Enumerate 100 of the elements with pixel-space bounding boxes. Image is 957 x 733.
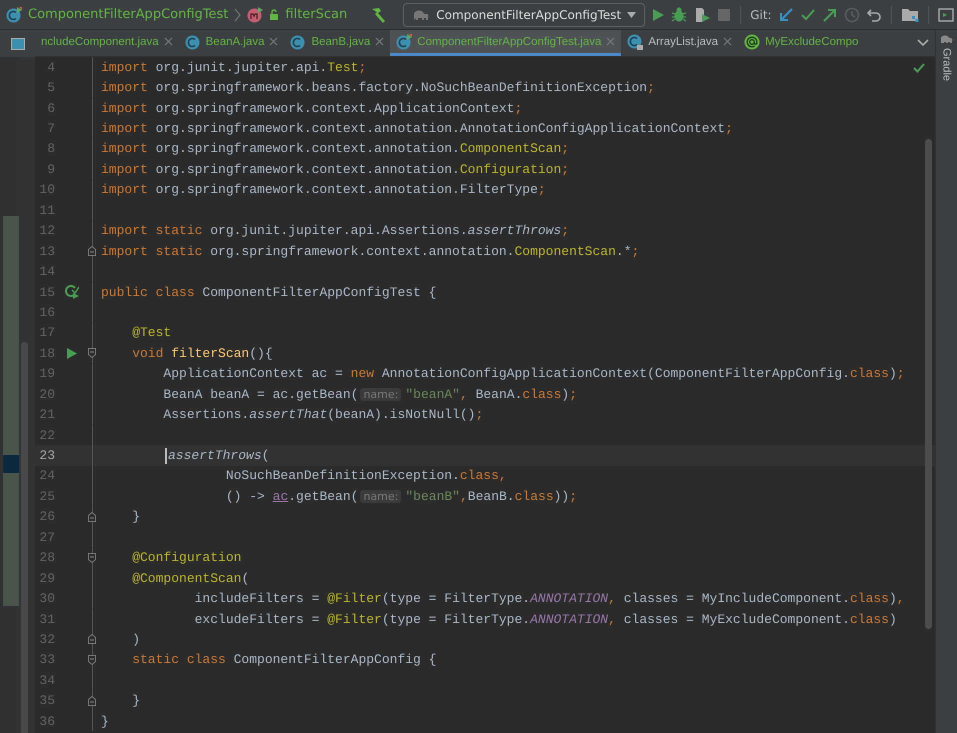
code-line: @Test	[131, 325, 172, 340]
code-line: import static org.junit.jupiter.api.Assertions.assertThrows;	[101, 223, 570, 238]
fold-icon[interactable]	[88, 634, 96, 644]
code-line: import static org.springframework.context.annotation.ComponentScan.*;	[101, 244, 640, 259]
line-number: 10	[38, 182, 55, 198]
line-number: 23	[38, 448, 55, 464]
terminal-icon[interactable]	[938, 8, 954, 22]
editor-tab[interactable]: BeanA.java	[178, 30, 284, 56]
line-number: 22	[38, 428, 55, 443]
fold-icon[interactable]	[88, 654, 96, 665]
line-number: 32	[38, 632, 55, 647]
lock-icon	[269, 8, 280, 20]
run-icon[interactable]	[651, 8, 666, 22]
code-line: import org.springframework.context.ApplicationContext;	[101, 100, 522, 116]
code-line: includeFilters = @Filter(type = FilterType.ANNOTATION, classes = MyIncludeComponent.class),	[194, 591, 905, 606]
code-line: public class ComponentFilterAppConfigTest {	[101, 284, 436, 300]
code-line: static class ComponentFilterAppConfig {	[131, 652, 436, 668]
line-number: 15	[38, 284, 55, 300]
line-number: 29	[38, 570, 55, 586]
run-test-icon[interactable]	[64, 285, 78, 300]
scrollbar[interactable]	[925, 139, 932, 629]
code-line: @ComponentScan(	[131, 570, 250, 586]
breadcrumb-item[interactable]: filterScan	[285, 7, 348, 22]
line-number: 36	[38, 714, 55, 729]
code-line: import org.springframework.context.annotation.Configuration;	[101, 162, 570, 177]
line-number: 26	[38, 509, 55, 524]
folder-icon[interactable]	[900, 6, 919, 22]
line-number: 12	[38, 223, 55, 238]
editor-tab[interactable]: ComponentFilterAppConfigTest.java	[390, 30, 622, 56]
line-number: 16	[38, 304, 55, 320]
line-number: 7	[46, 121, 55, 136]
code-line: import org.springframework.context.annotation.FilterType;	[101, 182, 546, 198]
editor-tab[interactable]: BeanB.java	[284, 30, 390, 56]
line-number: 19	[38, 366, 55, 382]
at-sign-icon	[744, 34, 760, 50]
panel-icon[interactable]	[10, 38, 24, 50]
coverage-icon[interactable]	[693, 6, 712, 22]
line-number: 34	[38, 672, 55, 688]
elephant-icon[interactable]	[940, 34, 954, 44]
line-number: 30	[38, 591, 55, 606]
gradle-tool-button[interactable]: Gradle	[940, 46, 952, 84]
caret-icon	[627, 12, 636, 18]
elephant-icon	[412, 8, 430, 20]
git-label: Git:	[750, 8, 772, 22]
fold-icon[interactable]	[88, 552, 96, 563]
code-line: )	[131, 632, 140, 647]
fold-icon[interactable]	[88, 246, 96, 256]
editor-tab[interactable]: ncludeComponent.java	[35, 30, 179, 56]
close-icon[interactable]	[269, 37, 278, 46]
line-number: 17	[38, 325, 55, 340]
line-number: 28	[38, 550, 55, 566]
line-number: 25	[38, 488, 55, 504]
run-configuration-dropdown[interactable]: ComponentFilterAppConfigTest	[403, 2, 646, 26]
undo-icon[interactable]	[866, 6, 882, 22]
line-number: 18	[38, 346, 55, 361]
checkmark-icon[interactable]	[800, 6, 816, 22]
code-line: }	[131, 693, 140, 708]
line-number: 13	[38, 244, 55, 259]
fold-icon[interactable]	[88, 512, 96, 522]
code-line: @Configuration	[131, 550, 242, 566]
line-number: 4	[46, 60, 55, 75]
code-line: }	[101, 714, 109, 729]
close-icon[interactable]	[375, 37, 384, 46]
close-icon[interactable]	[164, 37, 173, 46]
method-icon	[247, 6, 264, 22]
test-class-icon	[396, 34, 412, 50]
fold-icon[interactable]	[88, 348, 96, 358]
test-class-icon	[6, 6, 22, 22]
line-number: 20	[38, 386, 55, 402]
arrow-up-right-icon[interactable]	[822, 6, 838, 22]
line-number: 14	[38, 264, 55, 280]
close-icon[interactable]	[723, 37, 732, 46]
chevron-icon	[234, 8, 242, 22]
code-line: excludeFilters = @Filter(type = FilterType.ANNOTATION, classes = MyExcludeComponent.class)	[194, 612, 897, 627]
line-number: 9	[46, 162, 55, 177]
line-number: 27	[38, 530, 55, 545]
class-icon	[184, 34, 201, 50]
bug-icon[interactable]	[671, 6, 688, 22]
line-number: 6	[46, 100, 55, 116]
code-line: import org.springframework.beans.factory.NoSuchBeanDefinitionException;	[101, 80, 655, 96]
selection-marker	[3, 455, 19, 473]
arrow-down-left-icon[interactable]	[778, 6, 794, 22]
code-line: void filterScan(){	[131, 346, 273, 361]
code-line: assertThrows(	[101, 448, 270, 464]
breadcrumb-item[interactable]: ComponentFilterAppConfigTest	[28, 7, 228, 22]
chevron-down-icon[interactable]	[917, 39, 929, 47]
code-line: import org.springframework.context.annotation.AnnotationConfigApplicationContext;	[101, 121, 733, 136]
fold-icon[interactable]	[88, 696, 96, 706]
code-line: NoSuchBeanDefinitionException.class,	[224, 468, 507, 484]
editor-tab[interactable]: ArrayList.java	[621, 30, 738, 56]
editor-tab[interactable]: MyExcludeCompo	[738, 30, 864, 56]
checkmark-icon	[913, 63, 925, 73]
line-number: 8	[46, 141, 55, 156]
line-number: 31	[38, 612, 55, 627]
code-line: Assertions.assertThat(beanA).isNotNull();	[162, 407, 484, 422]
code-line: BeanA beanA = ac.getBean( name: "beanA", BeanA.class);	[162, 386, 578, 402]
run-icon[interactable]	[66, 348, 76, 359]
code-line: import org.springframework.context.annotation.ComponentScan;	[101, 141, 570, 156]
class-icon	[290, 34, 306, 50]
code-line: import org.junit.jupiter.api.Test;	[101, 60, 366, 75]
